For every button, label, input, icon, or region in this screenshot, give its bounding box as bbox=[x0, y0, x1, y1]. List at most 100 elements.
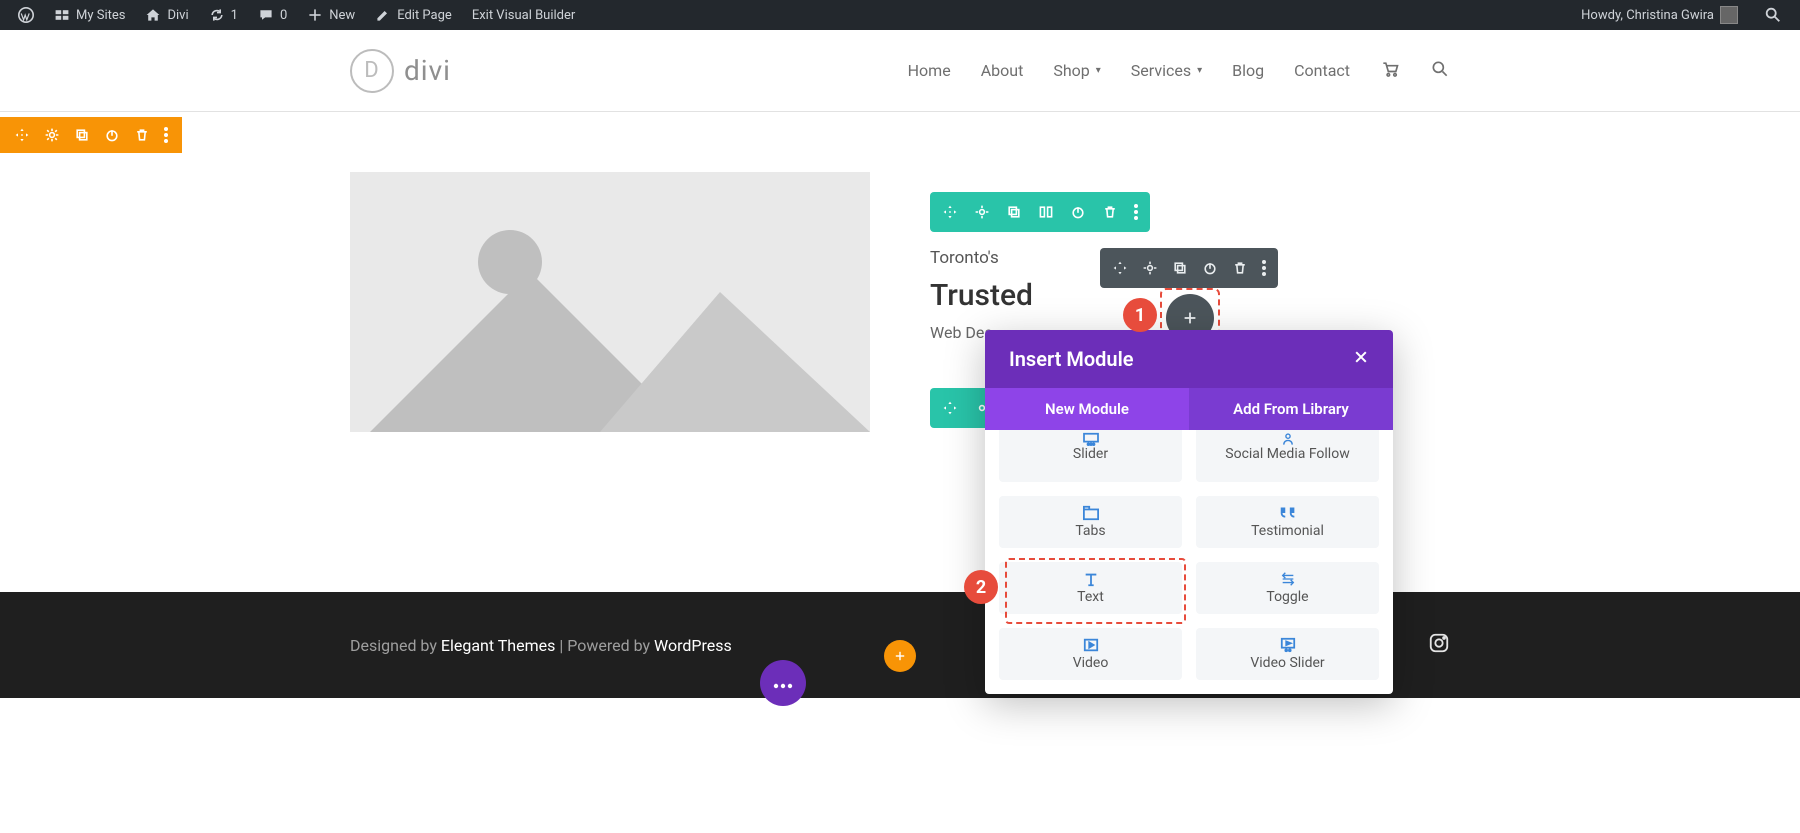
move-icon[interactable] bbox=[942, 400, 958, 416]
search-icon bbox=[1430, 59, 1450, 83]
nav-services[interactable]: Services▾ bbox=[1131, 61, 1202, 80]
site-header: D divi Home About Shop ▾ Services▾ Blog C… bbox=[0, 30, 1800, 112]
wp-mysites[interactable]: My Sites bbox=[44, 0, 135, 30]
search-icon bbox=[1764, 6, 1782, 24]
wp-sitename[interactable]: Divi bbox=[135, 0, 198, 30]
builder-fab[interactable] bbox=[760, 660, 806, 706]
footer-mid: | Powered by bbox=[555, 636, 654, 655]
module-testimonial[interactable]: Testimonial bbox=[1196, 496, 1379, 548]
footer-link-wp[interactable]: WordPress bbox=[654, 636, 732, 655]
person-icon bbox=[1279, 432, 1297, 446]
badge-2-label: 2 bbox=[976, 577, 986, 598]
nav-blog[interactable]: Blog bbox=[1232, 61, 1264, 80]
instagram-icon[interactable] bbox=[1428, 632, 1450, 658]
power-icon[interactable] bbox=[1202, 260, 1218, 276]
nav-home[interactable]: Home bbox=[908, 61, 951, 80]
module-label: Slider bbox=[1073, 446, 1108, 462]
wp-search[interactable] bbox=[1754, 0, 1792, 30]
section-toolbar bbox=[0, 117, 182, 153]
nav-cart[interactable] bbox=[1380, 59, 1400, 83]
nav-home-label: Home bbox=[908, 61, 951, 80]
duplicate-icon[interactable] bbox=[1006, 204, 1022, 220]
module-toolbar bbox=[1100, 248, 1278, 288]
nav-contact[interactable]: Contact bbox=[1294, 61, 1350, 80]
placeholder-image-icon bbox=[350, 172, 870, 432]
chevron-down-icon: ▾ bbox=[1096, 65, 1101, 76]
home-icon bbox=[145, 7, 161, 23]
wp-howdy[interactable]: Howdy, Christina Gwira bbox=[1571, 0, 1748, 30]
add-section-button[interactable] bbox=[884, 640, 916, 672]
power-icon[interactable] bbox=[1070, 204, 1086, 220]
wp-updates[interactable]: 1 bbox=[199, 0, 248, 30]
tab-new-label: New Module bbox=[1045, 400, 1129, 418]
refresh-icon bbox=[209, 7, 225, 23]
gear-icon[interactable] bbox=[44, 127, 60, 143]
slider-icon bbox=[1082, 432, 1100, 446]
image-placeholder[interactable] bbox=[350, 172, 870, 432]
tab-lib-label: Add From Library bbox=[1233, 400, 1349, 418]
move-icon[interactable] bbox=[1112, 260, 1128, 276]
modal-header[interactable]: Insert Module bbox=[985, 330, 1393, 388]
columns-icon[interactable] bbox=[1038, 204, 1054, 220]
wp-comments[interactable]: 0 bbox=[248, 0, 297, 30]
gear-icon[interactable] bbox=[974, 204, 990, 220]
duplicate-icon[interactable] bbox=[1172, 260, 1188, 276]
badge-1-label: 1 bbox=[1135, 305, 1145, 326]
tab-new-module[interactable]: New Module bbox=[985, 388, 1189, 430]
comment-icon bbox=[258, 7, 274, 23]
wp-mysites-label: My Sites bbox=[76, 8, 125, 23]
trash-icon[interactable] bbox=[1232, 260, 1248, 276]
trash-icon[interactable] bbox=[134, 127, 150, 143]
wp-comments-count: 0 bbox=[280, 8, 287, 23]
logo-mark: D bbox=[350, 49, 394, 93]
more-icon[interactable] bbox=[1134, 204, 1138, 220]
sites-icon bbox=[54, 7, 70, 23]
nav-shop-label: Shop bbox=[1053, 61, 1089, 80]
video-slider-icon bbox=[1279, 637, 1297, 653]
wp-exitvb[interactable]: Exit Visual Builder bbox=[462, 0, 585, 30]
site-logo[interactable]: D divi bbox=[350, 49, 451, 93]
module-slider[interactable]: Slider bbox=[999, 430, 1182, 482]
close-icon[interactable] bbox=[1353, 349, 1369, 369]
more-icon[interactable] bbox=[1262, 260, 1266, 276]
text-icon bbox=[1082, 571, 1100, 587]
nav-shop[interactable]: Shop ▾ bbox=[1053, 61, 1100, 80]
footer-link-et[interactable]: Elegant Themes bbox=[441, 636, 556, 655]
tab-add-from-library[interactable]: Add From Library bbox=[1189, 388, 1393, 430]
module-tabs[interactable]: Tabs bbox=[999, 496, 1182, 548]
video-icon bbox=[1082, 637, 1100, 653]
module-toggle[interactable]: Toggle bbox=[1196, 562, 1379, 614]
power-icon[interactable] bbox=[104, 127, 120, 143]
module-video[interactable]: Video bbox=[999, 628, 1182, 680]
footer-social bbox=[1428, 632, 1450, 658]
nav-about[interactable]: About bbox=[981, 61, 1024, 80]
annotation-badge-1: 1 bbox=[1123, 298, 1157, 332]
wordpress-icon bbox=[18, 7, 34, 23]
wp-new[interactable]: New bbox=[297, 0, 365, 30]
module-social-follow[interactable]: Social Media Follow bbox=[1196, 430, 1379, 482]
avatar bbox=[1720, 6, 1738, 24]
more-icon[interactable] bbox=[164, 127, 168, 143]
module-text[interactable]: Text bbox=[999, 562, 1182, 614]
page-canvas: Toronto's Trusted Web Des 1 2 bbox=[0, 112, 1800, 592]
wp-logo[interactable] bbox=[8, 0, 44, 30]
cart-icon bbox=[1380, 59, 1400, 83]
trash-icon[interactable] bbox=[1102, 204, 1118, 220]
wp-exitvb-label: Exit Visual Builder bbox=[472, 8, 575, 23]
duplicate-icon[interactable] bbox=[74, 127, 90, 143]
module-label: Social Media Follow bbox=[1225, 446, 1349, 462]
toggle-icon bbox=[1279, 571, 1297, 587]
move-icon[interactable] bbox=[14, 127, 30, 143]
move-icon[interactable] bbox=[942, 204, 958, 220]
pencil-icon bbox=[375, 7, 391, 23]
nav-search[interactable] bbox=[1430, 59, 1450, 83]
plus-icon bbox=[893, 649, 907, 663]
primary-nav: Home About Shop ▾ Services▾ Blog Contact bbox=[908, 59, 1450, 83]
wp-updates-count: 1 bbox=[231, 8, 238, 23]
wp-editpage-label: Edit Page bbox=[397, 8, 452, 23]
gear-icon[interactable] bbox=[1142, 260, 1158, 276]
insert-module-modal: Insert Module New Module Add From Librar… bbox=[985, 330, 1393, 694]
wp-editpage[interactable]: Edit Page bbox=[365, 0, 462, 30]
module-video-slider[interactable]: Video Slider bbox=[1196, 628, 1379, 680]
wp-admin-bar: My Sites Divi 1 0 New Edit Page Exit Vis… bbox=[0, 0, 1800, 30]
